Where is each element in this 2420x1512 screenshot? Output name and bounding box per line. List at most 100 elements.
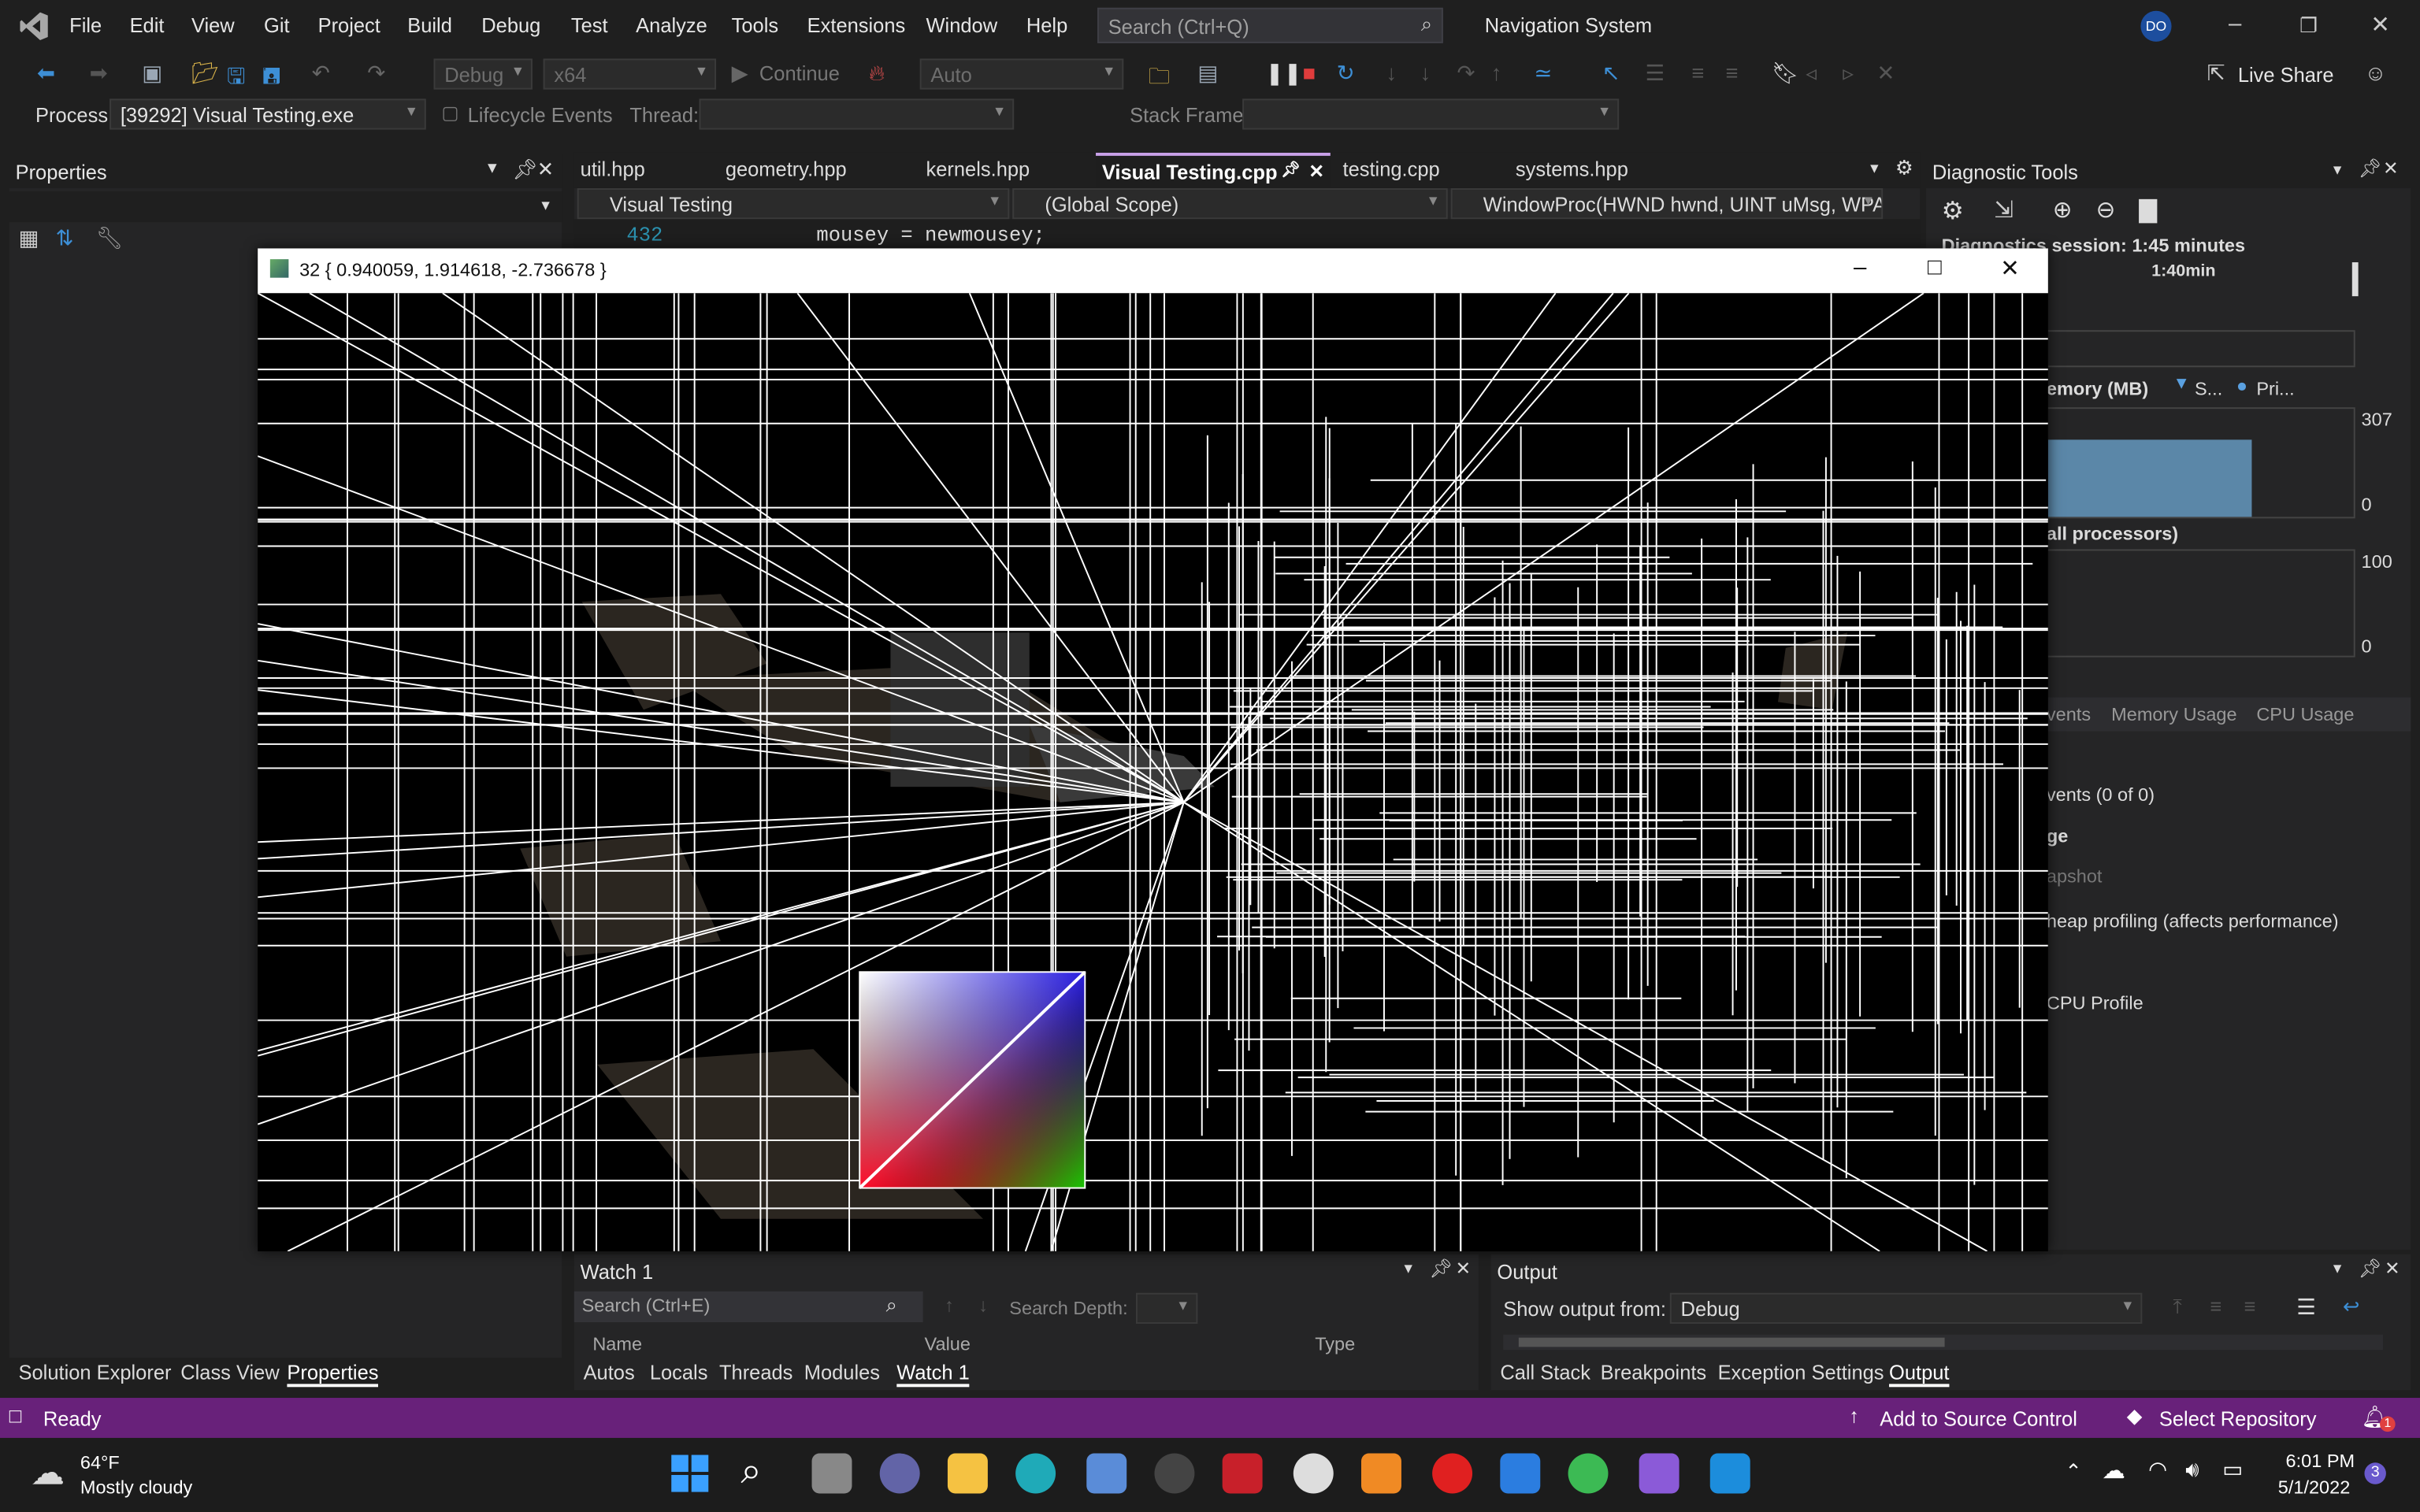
step-out-icon[interactable]: ↷ bbox=[1457, 60, 1475, 86]
close-icon[interactable]: ✕ bbox=[2000, 254, 2020, 282]
prev-bookmark-icon[interactable]: ◃ bbox=[1806, 60, 1817, 86]
tab-breakpoints[interactable]: Breakpoints bbox=[1601, 1361, 1707, 1384]
tab-util-hpp[interactable]: util.hpp bbox=[574, 153, 716, 187]
clock-date[interactable]: 5/1/2022 bbox=[2278, 1477, 2351, 1498]
new-project-icon[interactable]: ▣ bbox=[142, 60, 162, 86]
todo-icon[interactable] bbox=[1500, 1453, 1541, 1494]
scrollbar-thumb[interactable] bbox=[1518, 1337, 1945, 1347]
clock-icon[interactable] bbox=[1293, 1453, 1334, 1494]
render-app-icon[interactable] bbox=[1709, 1453, 1750, 1494]
continue-play-icon[interactable]: ▶ bbox=[732, 60, 748, 86]
add-to-source-control-button[interactable]: Add to Source Control bbox=[1880, 1407, 2077, 1430]
sort-icon[interactable]: ⇅ bbox=[56, 225, 74, 251]
global-scope-select[interactable]: (Global Scope) ▼ bbox=[1012, 188, 1448, 220]
clear-all-icon[interactable]: ☰ bbox=[2296, 1295, 2316, 1321]
clock-time[interactable]: 6:01 PM bbox=[2286, 1451, 2355, 1472]
heap-profiling-checkbox[interactable]: heap profiling (affects performance) bbox=[2047, 910, 2339, 932]
pin-icon[interactable]: 📌︎ bbox=[2359, 1258, 2382, 1279]
live-share-button[interactable]: Live Share bbox=[2238, 63, 2334, 86]
tab-cpu-usage[interactable]: CPU Usage bbox=[2256, 703, 2354, 724]
zoom-in-icon[interactable]: ⊕ bbox=[2053, 196, 2073, 224]
configuration-select[interactable]: Debug ▼ bbox=[433, 58, 533, 90]
dell-icon[interactable] bbox=[1154, 1453, 1195, 1494]
tab-visual-testing-cpp[interactable]: Visual Testing.cpp 📌︎ ✕ bbox=[1096, 152, 1331, 190]
close-tab-icon[interactable]: ✕ bbox=[1308, 161, 1324, 182]
menu-build[interactable]: Build bbox=[407, 14, 452, 37]
tab-locals[interactable]: Locals bbox=[650, 1361, 708, 1384]
next-message-icon[interactable]: ≡ bbox=[2244, 1295, 2256, 1317]
user-avatar[interactable]: DO bbox=[2140, 10, 2172, 42]
menu-project[interactable]: Project bbox=[318, 14, 380, 37]
menu-git[interactable]: Git bbox=[264, 14, 290, 37]
restore-icon[interactable]: ❐ bbox=[2299, 14, 2318, 39]
prev-message-icon[interactable]: ≡ bbox=[2210, 1295, 2222, 1317]
pin-icon[interactable]: 📌︎ bbox=[1281, 162, 1301, 180]
step-up-icon[interactable]: ↑ bbox=[1491, 60, 1502, 84]
task-view-icon[interactable] bbox=[811, 1453, 852, 1494]
function-scope-select[interactable]: WindowProc(HWND hwnd, UINT uMsg, WPAR ▼ bbox=[1450, 188, 1884, 220]
redo-icon[interactable]: ↷ bbox=[367, 60, 385, 86]
tab-output[interactable]: Output bbox=[1889, 1361, 1950, 1388]
chevron-up-icon[interactable]: ⌃ bbox=[2065, 1459, 2081, 1484]
menu-file[interactable]: File bbox=[69, 14, 102, 37]
watch-search-input[interactable]: Search (Ctrl+E) ⌕ bbox=[573, 1291, 923, 1323]
settings-gear-icon[interactable]: ⚙ bbox=[1942, 196, 1964, 227]
chrome-icon[interactable] bbox=[1568, 1453, 1609, 1494]
forward-icon[interactable]: ➡ bbox=[90, 60, 108, 86]
dropdown-icon[interactable]: ▼ bbox=[1401, 1261, 1415, 1277]
menu-edit[interactable]: Edit bbox=[130, 14, 165, 37]
wifi-icon[interactable]: ◠ bbox=[2148, 1456, 2167, 1482]
feedback-icon[interactable]: ☺ bbox=[2364, 60, 2386, 84]
tab-exception-settings[interactable]: Exception Settings bbox=[1718, 1361, 1884, 1384]
tab-testing-cpp[interactable]: testing.cpp bbox=[1337, 153, 1504, 187]
battery-icon[interactable]: ▭ bbox=[2222, 1456, 2243, 1482]
horizontal-scrollbar[interactable] bbox=[1503, 1334, 2383, 1351]
restart-icon[interactable]: ↻ bbox=[1337, 60, 1355, 86]
step-into-icon[interactable]: ↓ bbox=[1386, 60, 1397, 84]
process-select[interactable]: [39292] Visual Testing.exe ▼ bbox=[109, 98, 426, 130]
back-icon[interactable]: ⬅ bbox=[37, 60, 55, 86]
menu-help[interactable]: Help bbox=[1026, 14, 1067, 37]
arrow-down-icon[interactable]: ↓ bbox=[978, 1295, 988, 1316]
render-window-titlebar[interactable]: 32 { 0.940059, 1.914618, -2.736678 } – □… bbox=[258, 248, 2048, 294]
file-explorer-icon[interactable] bbox=[947, 1453, 988, 1494]
menu-analyze[interactable]: Analyze bbox=[636, 14, 707, 37]
arrow-up-icon[interactable]: ↑ bbox=[945, 1295, 954, 1316]
export-icon[interactable]: ⇲ bbox=[1994, 196, 2014, 224]
close-panel-icon[interactable]: ✕ bbox=[2383, 158, 2399, 179]
menu-debug[interactable]: Debug bbox=[481, 14, 540, 37]
visual-studio-icon[interactable] bbox=[1639, 1453, 1680, 1494]
menu-test[interactable]: Test bbox=[571, 14, 608, 37]
property-pages-icon[interactable]: 🔧︎ bbox=[95, 225, 123, 251]
vlc-icon[interactable] bbox=[1361, 1453, 1401, 1494]
windows-start-icon[interactable] bbox=[670, 1454, 710, 1494]
notification-count-badge[interactable]: 3 bbox=[2364, 1462, 2386, 1484]
cursor-icon[interactable]: ↖ bbox=[1602, 60, 1620, 86]
tab-memory-usage[interactable]: Memory Usage bbox=[2111, 703, 2236, 724]
project-scope-select[interactable]: Visual Testing ▼ bbox=[577, 188, 1010, 220]
step-over-icon[interactable]: ↓ bbox=[1420, 60, 1431, 84]
menu-view[interactable]: View bbox=[191, 14, 235, 37]
tab-class-view[interactable]: Class View bbox=[180, 1361, 280, 1384]
pause-icon[interactable]: ❚❚ bbox=[1266, 60, 1302, 86]
tab-geometry-hpp[interactable]: geometry.hpp bbox=[719, 153, 914, 187]
menu-extensions[interactable]: Extensions bbox=[807, 14, 906, 37]
tab-systems-hpp[interactable]: systems.hpp bbox=[1509, 153, 1685, 187]
menu-tools[interactable]: Tools bbox=[732, 14, 778, 37]
clear-bookmark-icon[interactable]: ✕ bbox=[1876, 60, 1895, 86]
categorized-icon[interactable]: ▦ bbox=[19, 225, 39, 251]
wireframe-viewport[interactable] bbox=[258, 293, 2048, 1251]
save-all-icon[interactable]: 🖪︎ bbox=[262, 60, 280, 97]
menu-window[interactable]: Window bbox=[926, 14, 998, 37]
threads-icon[interactable]: ≃ bbox=[1534, 60, 1552, 86]
code-line[interactable]: mousey = newmousey; bbox=[816, 224, 1045, 246]
tab-watch-1[interactable]: Watch 1 bbox=[896, 1361, 970, 1388]
edge-browser-icon[interactable] bbox=[1015, 1453, 1056, 1494]
output-source-select[interactable]: Debug ▼ bbox=[1669, 1292, 2143, 1324]
search-icon[interactable]: ⌕ bbox=[740, 1451, 761, 1494]
close-icon[interactable]: ✕ bbox=[2370, 11, 2390, 39]
close-panel-icon[interactable]: ✕ bbox=[2385, 1258, 2400, 1279]
tab-threads[interactable]: Threads bbox=[719, 1361, 792, 1384]
close-panel-icon[interactable]: ✕ bbox=[1456, 1258, 1472, 1279]
microsoft-store-icon[interactable] bbox=[1086, 1453, 1127, 1494]
